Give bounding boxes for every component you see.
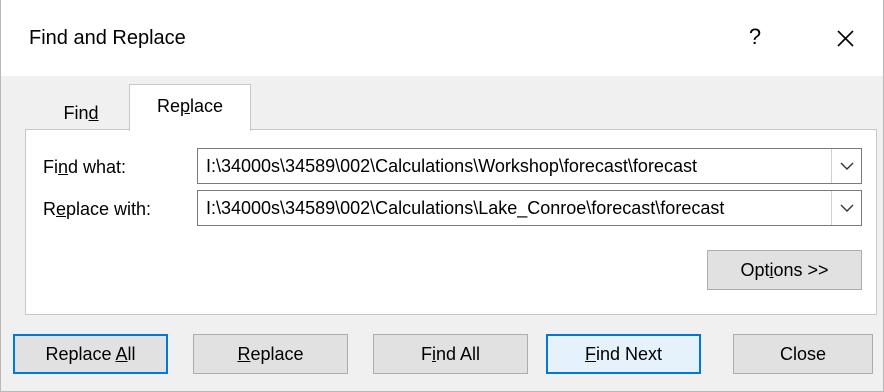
replace-with-label: Replace with:	[43, 199, 152, 219]
tab-find[interactable]: Find	[31, 94, 131, 130]
find-next-button[interactable]: Find Next	[546, 334, 701, 374]
find-what-input[interactable]: I:\34000s\34589\002\Calculations\Worksho…	[206, 155, 827, 177]
find-what-label: Find what:	[43, 157, 127, 177]
tab-find-label: Find	[63, 103, 99, 123]
find-what-combobox[interactable]: I:\34000s\34589\002\Calculations\Worksho…	[197, 148, 862, 184]
dialog-title: Find and Replace	[29, 27, 186, 49]
replace-with-combobox[interactable]: I:\34000s\34589\002\Calculations\Lake_Co…	[197, 190, 862, 226]
help-button[interactable]: ?	[735, 22, 775, 54]
close-icon[interactable]	[823, 20, 867, 56]
find-what-dropdown-button[interactable]	[831, 149, 861, 183]
title-bar: Find and Replace ?	[1, 0, 883, 76]
chevron-down-icon	[840, 204, 854, 212]
replace-all-button[interactable]: Replace All	[13, 334, 168, 374]
tab-replace[interactable]: Replace	[129, 84, 251, 131]
tab-replace-label: Replace	[156, 96, 224, 116]
find-replace-dialog: Find and Replace ? Find Replace Find wha…	[0, 0, 884, 392]
replace-button[interactable]: Replace	[193, 334, 348, 374]
chevron-down-icon	[840, 162, 854, 170]
close-button[interactable]: Close	[733, 334, 873, 374]
replace-tab-panel: Find what: I:\34000s\34589\002\Calculati…	[25, 129, 877, 315]
options-button[interactable]: Options >>	[707, 250, 862, 290]
find-all-button[interactable]: Find All	[373, 334, 528, 374]
replace-with-dropdown-button[interactable]	[831, 191, 861, 225]
replace-with-input[interactable]: I:\34000s\34589\002\Calculations\Lake_Co…	[206, 197, 827, 219]
